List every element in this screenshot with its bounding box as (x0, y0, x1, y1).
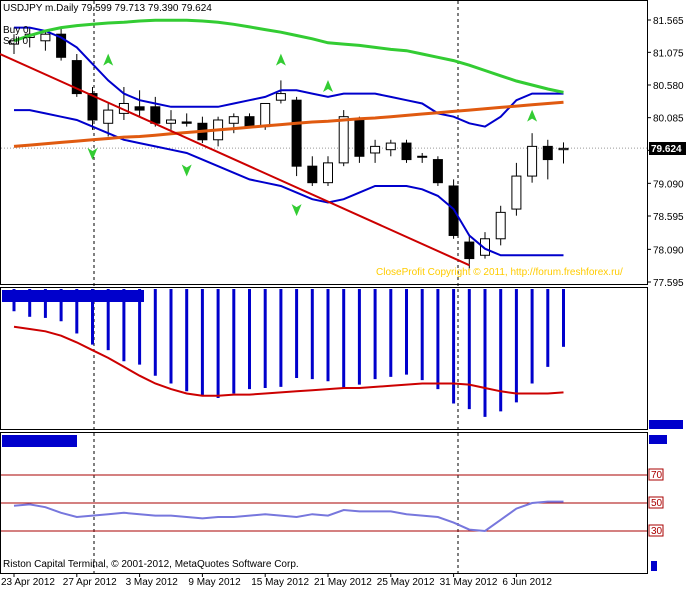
bullish-candle (527, 145, 538, 177)
date-tick-label: 15 May 2012 (251, 577, 309, 588)
copyright-watermark: CloseProfit Copyright © 2011, http://for… (376, 267, 623, 278)
oscillator-value-box (649, 435, 667, 444)
price-tick-label: 77.595 (653, 278, 684, 289)
trade-line-sell: Sell 0 (3, 36, 28, 47)
histogram-value-box (649, 420, 683, 429)
bearish-candle (542, 145, 553, 161)
bullish-candle (385, 142, 396, 151)
oscillator-title-box (2, 435, 77, 447)
bullish-candle (323, 162, 333, 184)
current-price-label: 79.624 (651, 144, 682, 155)
oscillator-level-label: 50 (651, 498, 663, 509)
price-tick-label: 80.085 (653, 114, 684, 125)
histogram-title-box (2, 290, 144, 302)
bearish-candle (291, 99, 302, 167)
date-tick-label: 6 Jun 2012 (502, 577, 552, 588)
date-tick-label: 21 May 2012 (314, 577, 372, 588)
histogram-panel (0, 287, 648, 430)
bullish-candle (511, 175, 522, 210)
price-tick-label: 81.075 (653, 48, 684, 59)
price-tick-label: 78.090 (653, 245, 684, 256)
bullish-candle (275, 93, 286, 101)
bullish-candle (370, 145, 381, 154)
bearish-candle (244, 116, 255, 128)
bullish-candle (228, 116, 239, 124)
bullish-candle (495, 211, 506, 240)
bullish-candle (260, 102, 271, 128)
bearish-candle (401, 142, 412, 161)
bullish-candle (558, 147, 569, 151)
oscillator-bottom-box (651, 561, 657, 571)
bullish-candle (166, 119, 176, 124)
bearish-candle (134, 106, 145, 111)
terminal-footer: Riston Capital Terminal, © 2001-2012, Me… (3, 559, 299, 570)
bullish-candle (417, 155, 428, 158)
trade-line-buy: Buy 0 (3, 25, 29, 36)
date-tick-label: 25 May 2012 (377, 577, 435, 588)
date-tick-label: 31 May 2012 (440, 577, 498, 588)
bullish-candle (40, 33, 51, 42)
bullish-candle (103, 109, 114, 124)
bullish-candle (338, 116, 349, 164)
bearish-candle (464, 241, 475, 260)
oscillator-level-label: 30 (651, 526, 663, 537)
price-tick-label: 78.595 (653, 212, 684, 223)
bearish-candle (150, 106, 161, 124)
bearish-candle (432, 159, 443, 184)
price-tick-label: 80.580 (653, 81, 684, 92)
date-tick-label: 9 May 2012 (188, 577, 241, 588)
bearish-candle (307, 165, 318, 184)
date-tick-label: 27 Apr 2012 (63, 577, 117, 588)
price-tick-label: 79.090 (653, 179, 684, 190)
date-tick-label: 3 May 2012 (126, 577, 179, 588)
bearish-candle (354, 119, 365, 157)
bearish-candle (181, 121, 192, 124)
price-tick-label: 81.565 (653, 16, 684, 27)
time-axis: 23 Apr 2012 27 Apr 2012 3 May 2012 9 May 20… (1, 573, 552, 588)
date-tick-label: 23 Apr 2012 (1, 577, 55, 588)
oscillator-level-label: 70 (651, 470, 663, 481)
chart-canvas: 81.56581.07580.58080.08579.59079.09078.5… (0, 0, 686, 588)
symbol-title: USDJPY m.Daily 79.599 79.713 79.390 79.6… (3, 3, 212, 14)
